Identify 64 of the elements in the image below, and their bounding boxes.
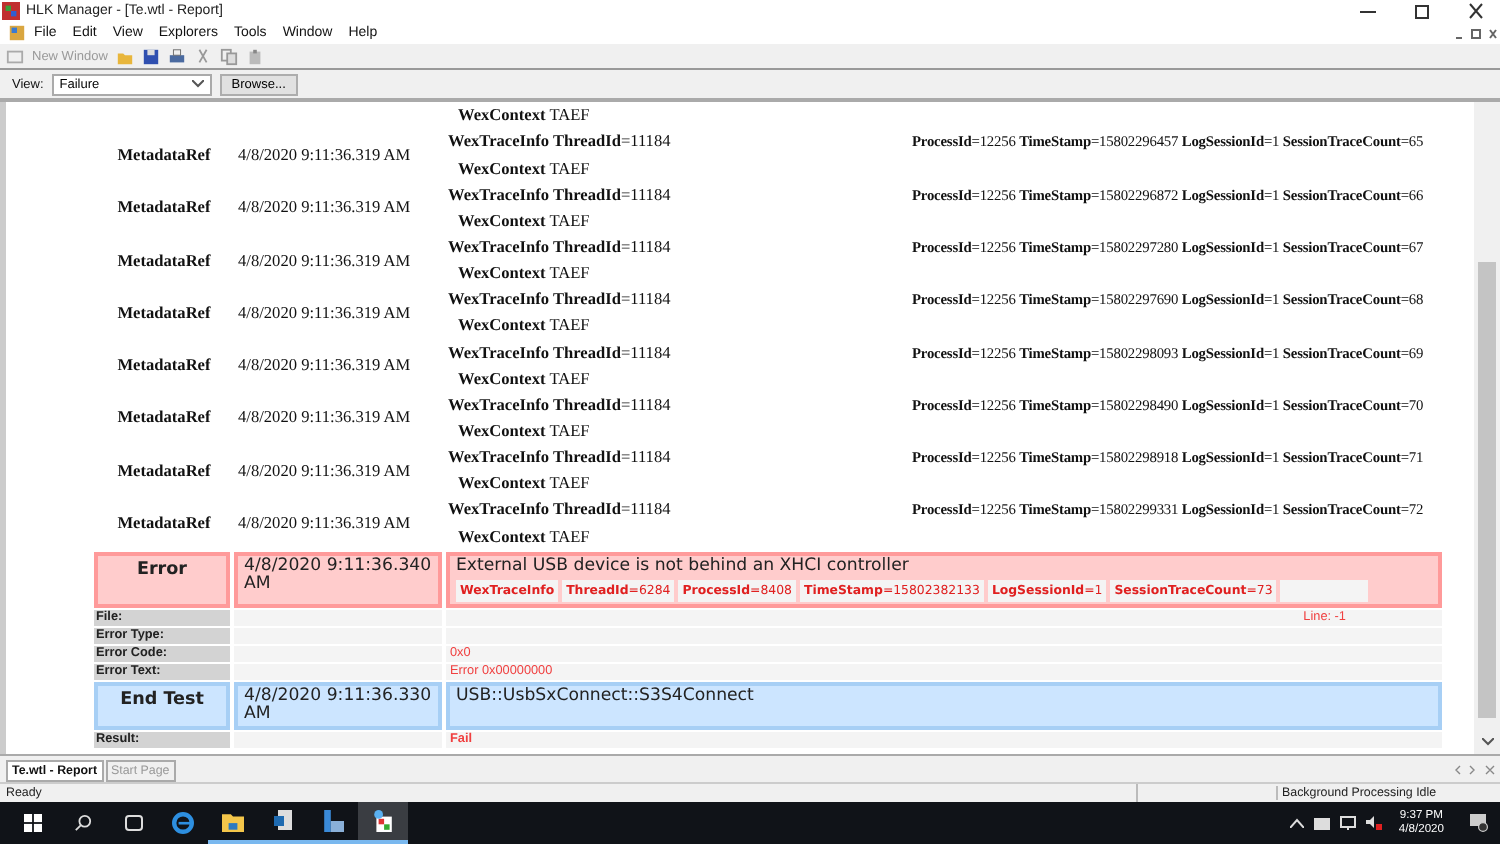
entry-time: 4/8/2020 9:11:36.319 AM [236,408,413,427]
chevron-up-icon[interactable] [1290,818,1305,828]
entry-time: 4/8/2020 9:11:36.319 AM [236,303,413,322]
volume-muted-icon[interactable] [1366,816,1383,830]
entry-time: 4/8/2020 9:11:36.319 AM [236,198,413,217]
entry-time: 4/8/2020 9:11:36.319 AM [236,145,413,164]
windows-icon[interactable] [24,814,42,832]
entry-time: 4/8/2020 9:11:36.319 AM [236,251,413,270]
context-text: WexContext TAEF [456,525,592,548]
context-text: WexContext TAEF [456,262,592,285]
thread-info: WexTraceInfo ThreadId=11184 [448,235,673,258]
hlk-app-button[interactable] [358,802,408,844]
context-text: WexContext TAEF [456,209,592,232]
context-text: WexContext TAEF [456,367,592,390]
thread-info: WexTraceInfo ThreadId=11184 [448,288,673,311]
print-icon[interactable] [167,47,186,65]
event-time: 4/8/2020 9:11:36.340 AM [234,551,442,608]
entry-label: MetadataRef [115,145,213,164]
caret-icon[interactable] [191,80,204,88]
search-icon[interactable] [74,814,92,832]
entry-time: 4/8/2020 9:11:36.319 AM [236,461,413,480]
event-status: End Test [94,681,230,730]
event-message: USB::UsbSxConnect::S3S4Connect [456,687,756,706]
event-status: Error [94,551,230,608]
trace-field [1280,579,1369,602]
document-controls-icon[interactable] [1452,25,1500,41]
document-icon[interactable] [8,24,26,42]
entry-label: MetadataRef [115,408,213,427]
document-app-icon[interactable] [273,810,293,832]
network-icon[interactable] [1340,816,1357,830]
hlk-app-icon[interactable] [372,810,394,832]
folder-icon[interactable] [222,811,244,831]
entry-label: MetadataRef [115,356,213,375]
context-text: WexContext TAEF [456,104,592,127]
entry-time: 4/8/2020 9:11:36.319 AM [236,356,413,375]
entry-label: MetadataRef [115,198,213,217]
paste-icon[interactable] [245,47,264,65]
thread-info: WexTraceInfo ThreadId=11184 [448,183,673,206]
thread-info: WexTraceInfo ThreadId=11184 [448,130,673,153]
context-text: WexContext TAEF [456,157,592,180]
thread-info: WexTraceInfo ThreadId=11184 [448,446,673,469]
event-time: 4/8/2020 9:11:36.330 AM [234,681,442,730]
context-text: WexContext TAEF [456,314,592,337]
entry-label: MetadataRef [115,514,213,533]
entry-label: MetadataRef [115,303,213,322]
entry-time: 4/8/2020 9:11:36.319 AM [236,514,413,533]
app-icon [2,2,20,20]
thread-info: WexTraceInfo ThreadId=11184 [448,498,673,521]
event-message: External USB device is not behind an XHCI controller [456,557,911,576]
scroll-down-icon[interactable] [1481,738,1493,746]
battery-icon[interactable] [1314,817,1331,829]
entry-label: MetadataRef [115,251,213,270]
thread-info: WexTraceInfo ThreadId=11184 [448,393,673,416]
browser-icon[interactable] [172,812,194,834]
server-icon[interactable] [322,810,344,832]
context-text: WexContext TAEF [456,420,592,442]
task-view-icon[interactable] [123,814,143,832]
context-text: WexContext TAEF [456,472,592,495]
notifications-icon[interactable] [1470,814,1488,832]
entry-label: MetadataRef [115,461,213,480]
save-icon[interactable] [141,47,160,65]
tab-controls-icon[interactable] [1452,761,1500,777]
thread-info: WexTraceInfo ThreadId=11184 [448,341,673,364]
scrollbar[interactable] [1474,102,1500,754]
